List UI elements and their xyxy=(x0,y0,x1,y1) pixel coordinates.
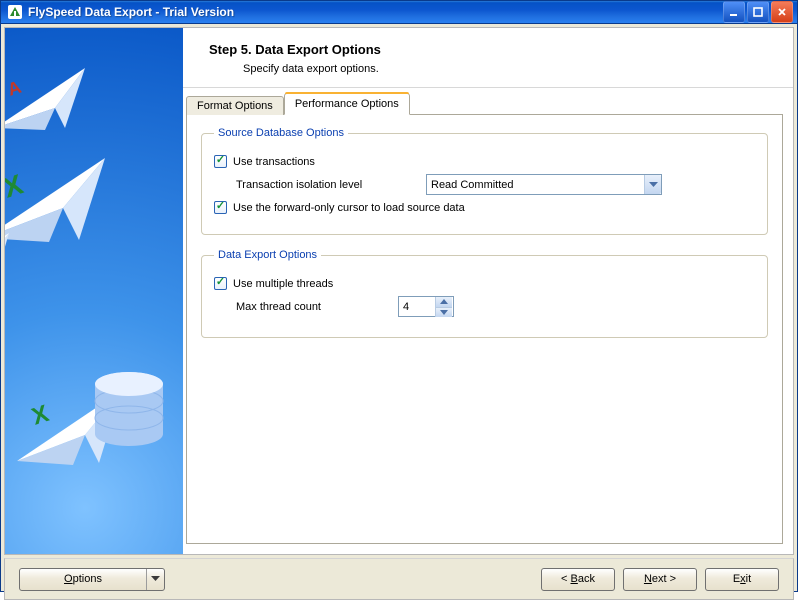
back-button[interactable]: < Back xyxy=(541,568,615,591)
paper-plane-icon xyxy=(5,228,17,288)
next-button[interactable]: Next > xyxy=(623,568,697,591)
checkbox-multiple-threads[interactable] xyxy=(214,277,227,290)
label-isolation-level: Transaction isolation level xyxy=(236,179,394,191)
select-isolation-value: Read Committed xyxy=(431,179,644,191)
label-use-transactions[interactable]: Use transactions xyxy=(233,156,315,168)
wizard-footer: Options < Back Next > Exit xyxy=(4,558,794,600)
chevron-up-icon xyxy=(440,299,448,304)
options-button[interactable]: Options xyxy=(19,568,165,591)
group-legend-source: Source Database Options xyxy=(214,127,348,139)
minimize-icon xyxy=(729,7,739,17)
checkbox-use-transactions[interactable] xyxy=(214,155,227,168)
step-title: Step 5. Data Export Options xyxy=(209,42,773,57)
spinner-down-button[interactable] xyxy=(436,307,452,317)
chevron-down-icon[interactable] xyxy=(146,569,164,590)
group-data-export: Data Export Options Use multiple threads… xyxy=(201,249,768,338)
label-multiple-threads[interactable]: Use multiple threads xyxy=(233,278,333,290)
exit-button[interactable]: Exit xyxy=(705,568,779,591)
titlebar[interactable]: FlySpeed Data Export - Trial Version xyxy=(1,1,797,24)
step-subtitle: Specify data export options. xyxy=(243,63,773,75)
maximize-icon xyxy=(753,7,763,17)
options-rest: ptions xyxy=(73,573,102,585)
paper-plane-icon: A xyxy=(5,58,95,148)
tab-performance-options[interactable]: Performance Options xyxy=(284,93,410,115)
options-button-label: Options xyxy=(20,569,146,590)
app-icon xyxy=(7,4,23,20)
select-isolation-level[interactable]: Read Committed xyxy=(426,174,662,195)
step-header: Step 5. Data Export Options Specify data… xyxy=(183,28,793,88)
maximize-button[interactable] xyxy=(747,1,769,23)
tabpanel-performance: Source Database Options Use transactions… xyxy=(186,114,783,544)
window-title: FlySpeed Data Export - Trial Version xyxy=(28,5,723,19)
group-source-database: Source Database Options Use transactions… xyxy=(201,127,768,235)
checkbox-forward-only-cursor[interactable] xyxy=(214,201,227,214)
close-button[interactable] xyxy=(771,1,793,23)
svg-text:A: A xyxy=(5,77,24,100)
label-forward-only-cursor[interactable]: Use the forward-only cursor to load sour… xyxy=(233,202,465,214)
input-max-thread-count[interactable] xyxy=(399,297,435,316)
svg-text:X: X xyxy=(5,168,27,203)
tab-region: Format Options Performance Options Sourc… xyxy=(183,88,793,554)
chevron-down-icon xyxy=(440,310,448,315)
close-icon xyxy=(777,7,787,17)
label-max-thread-count: Max thread count xyxy=(236,301,356,313)
database-icon xyxy=(89,368,169,463)
tabstrip: Format Options Performance Options xyxy=(186,92,783,114)
wizard-content: Step 5. Data Export Options Specify data… xyxy=(183,28,793,554)
group-legend-export: Data Export Options xyxy=(214,249,321,261)
paper-plane-icon: X xyxy=(5,148,115,258)
main-row: A X X xyxy=(4,27,794,555)
client-area: A X X xyxy=(1,24,797,603)
app-window: FlySpeed Data Export - Trial Version A xyxy=(0,0,798,592)
spinner-max-thread-count[interactable] xyxy=(398,296,454,317)
minimize-button[interactable] xyxy=(723,1,745,23)
svg-text:X: X xyxy=(29,400,53,431)
wizard-sidebar: A X X xyxy=(5,28,183,554)
spinner-up-button[interactable] xyxy=(436,297,452,307)
tab-format-options[interactable]: Format Options xyxy=(186,96,284,115)
chevron-down-icon[interactable] xyxy=(644,175,661,194)
